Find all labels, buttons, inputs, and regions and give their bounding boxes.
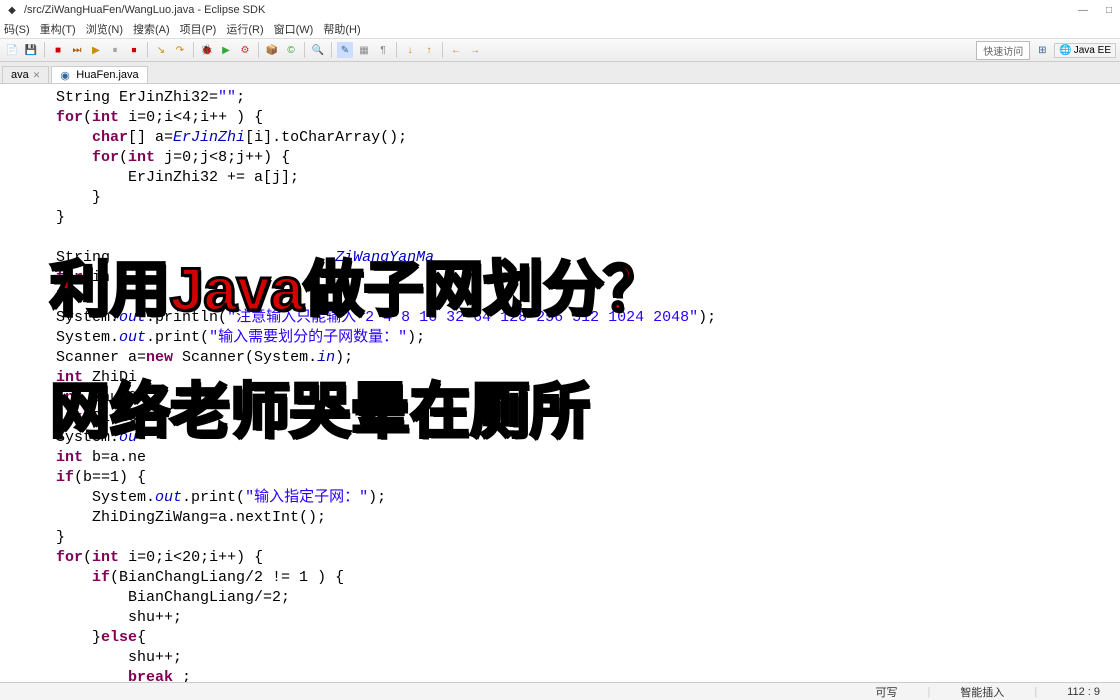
skip-icon[interactable]: ⏭ bbox=[69, 42, 85, 58]
toggle-block-icon[interactable]: ▦ bbox=[356, 42, 372, 58]
maximize-button[interactable]: □ bbox=[1102, 3, 1116, 17]
tab-java[interactable]: ava ✕ bbox=[2, 66, 49, 83]
menubar: 码(S) 重构(T) 浏览(N) 搜索(A) 项目(P) 运行(R) 窗口(W)… bbox=[0, 20, 1120, 38]
new-icon[interactable]: 📄 bbox=[4, 42, 20, 58]
close-icon[interactable]: ✕ bbox=[33, 70, 41, 81]
open-perspective-icon[interactable]: ⊞ bbox=[1034, 42, 1050, 58]
new-class-icon[interactable]: © bbox=[283, 42, 299, 58]
statusbar: 可写 | 智能插入 | 112 : 9 bbox=[0, 682, 1120, 700]
globe-icon: 🌐 bbox=[1059, 45, 1071, 56]
next-annotation-icon[interactable]: ↓ bbox=[402, 42, 418, 58]
app-icon: ◆ bbox=[4, 2, 20, 18]
menu-navigate[interactable]: 浏览(N) bbox=[86, 21, 123, 37]
window-title: /src/ZiWangHuaFen/WangLuo.java - Eclipse… bbox=[24, 4, 265, 16]
pause-icon[interactable]: ⏸ bbox=[107, 42, 123, 58]
code-editor[interactable]: String ErJinZhi32=""; for(int i=0;i<4;i+… bbox=[0, 84, 1120, 682]
debug-icon[interactable]: 🐞 bbox=[199, 42, 215, 58]
menu-source[interactable]: 码(S) bbox=[4, 21, 30, 37]
status-insert-mode: 智能插入 bbox=[960, 684, 1004, 700]
resume-icon[interactable]: ▶ bbox=[88, 42, 104, 58]
editor-tabbar: ava ✕ ◉ HuaFen.java bbox=[0, 62, 1120, 84]
java-file-icon: ◉ bbox=[60, 69, 72, 81]
show-whitespace-icon[interactable]: ¶ bbox=[375, 42, 391, 58]
menu-project[interactable]: 项目(P) bbox=[180, 21, 217, 37]
back-icon[interactable]: ← bbox=[448, 42, 464, 58]
menu-window[interactable]: 窗口(W) bbox=[274, 21, 314, 37]
run-icon[interactable]: ▶ bbox=[218, 42, 234, 58]
toggle-mark-icon[interactable]: ✎ bbox=[337, 42, 353, 58]
tab-huafen[interactable]: ◉ HuaFen.java bbox=[51, 66, 147, 83]
new-package-icon[interactable]: 📦 bbox=[264, 42, 280, 58]
toolbar: 📄 💾 ■ ⏭ ▶ ⏸ ⏹ ↘ ↷ 🐞 ▶ ⚙ 📦 © 🔍 ✎ ▦ ¶ ↓ ↑ … bbox=[0, 38, 1120, 62]
step-into-icon[interactable]: ↘ bbox=[153, 42, 169, 58]
menu-refactor[interactable]: 重构(T) bbox=[40, 21, 76, 37]
status-cursor-pos: 112 : 9 bbox=[1067, 686, 1100, 698]
terminate-icon[interactable]: ⏹ bbox=[126, 42, 142, 58]
menu-run[interactable]: 运行(R) bbox=[226, 21, 263, 37]
ext-tools-icon[interactable]: ⚙ bbox=[237, 42, 253, 58]
search-icon[interactable]: 🔍 bbox=[310, 42, 326, 58]
stop-icon[interactable]: ■ bbox=[50, 42, 66, 58]
forward-icon[interactable]: → bbox=[467, 42, 483, 58]
prev-annotation-icon[interactable]: ↑ bbox=[421, 42, 437, 58]
menu-help[interactable]: 帮助(H) bbox=[323, 21, 360, 37]
step-over-icon[interactable]: ↷ bbox=[172, 42, 188, 58]
save-icon[interactable]: 💾 bbox=[23, 42, 39, 58]
titlebar: ◆ /src/ZiWangHuaFen/WangLuo.java - Eclip… bbox=[0, 0, 1120, 20]
menu-search[interactable]: 搜索(A) bbox=[133, 21, 170, 37]
quick-access-input[interactable]: 快速访问 bbox=[976, 41, 1030, 60]
minimize-button[interactable]: — bbox=[1076, 3, 1090, 17]
status-writable: 可写 bbox=[875, 684, 897, 700]
perspective-java-ee[interactable]: 🌐 Java EE bbox=[1054, 43, 1116, 58]
